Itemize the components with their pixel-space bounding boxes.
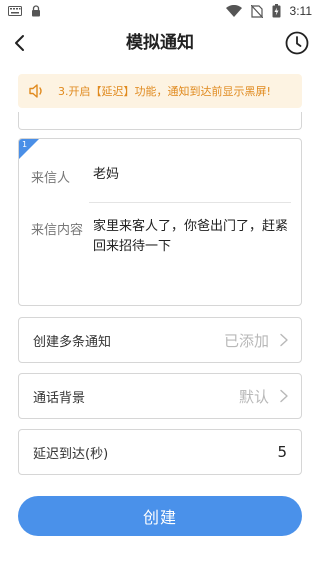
wifi-icon <box>225 5 242 17</box>
delay-label: 延迟到达(秒) <box>33 446 109 462</box>
no-sim-icon <box>250 4 263 18</box>
status-bar: 3:11 <box>0 0 320 22</box>
keyboard-icon <box>8 6 22 16</box>
create-button[interactable]: 创建 <box>18 496 302 536</box>
multi-notify-value: 已添加 <box>223 331 269 350</box>
content-label: 来信内容 <box>31 223 84 238</box>
call-background-right: 默认 <box>239 386 289 407</box>
status-left <box>8 5 41 17</box>
multi-notify-label: 创建多条通知 <box>33 334 112 350</box>
status-right: 3:11 <box>225 4 312 18</box>
content-field[interactable]: 家里来客人了，你爸出门了，赶紧回来招待一下 <box>93 217 293 257</box>
multi-notify-row[interactable]: 创建多条通知 已添加 <box>18 317 302 363</box>
nav-bar: 模拟通知 <box>0 22 320 64</box>
message-card[interactable]: 1 来信人 老妈 来信内容 家里来客人了，你爸出门了，赶紧回来招待一下 <box>18 138 302 306</box>
chevron-right-icon <box>280 389 288 403</box>
divider <box>89 202 291 203</box>
previous-card-edge <box>18 112 302 130</box>
speaker-icon <box>29 84 42 98</box>
call-background-row[interactable]: 通话背景 默认 <box>18 373 302 419</box>
notice-text: 3.开启【延迟】功能，通知到达前显示黑屏! <box>58 85 271 98</box>
card-index-number: 1 <box>22 140 28 149</box>
delay-input[interactable]: 5 <box>277 443 287 461</box>
multi-notify-right: 已添加 <box>224 330 289 351</box>
page-title: 模拟通知 <box>126 33 194 53</box>
delay-row: 延迟到达(秒) 5 <box>18 429 302 475</box>
call-background-label: 通话背景 <box>33 390 86 406</box>
sender-label: 来信人 <box>31 171 71 186</box>
lock-icon <box>32 5 40 17</box>
notice-banner: 3.开启【延迟】功能，通知到达前显示黑屏! <box>18 74 302 108</box>
chevron-right-icon <box>280 333 288 347</box>
status-time: 3:11 <box>289 4 312 18</box>
sender-field[interactable]: 老妈 <box>93 165 119 185</box>
call-background-value: 默认 <box>238 387 269 406</box>
chevron-left-icon[interactable] <box>8 31 32 55</box>
battery-icon <box>272 4 281 18</box>
clock-icon[interactable] <box>284 30 310 56</box>
